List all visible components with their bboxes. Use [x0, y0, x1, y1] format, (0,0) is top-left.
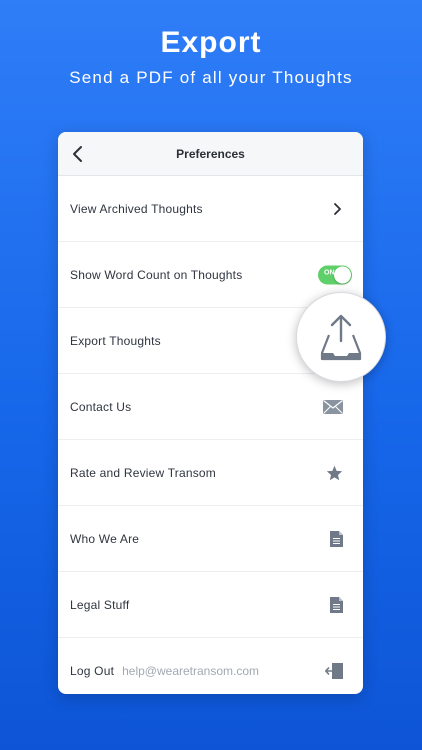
word-count-toggle[interactable]: ON — [318, 265, 352, 284]
star-icon — [326, 465, 343, 480]
export-tray-icon — [320, 314, 362, 361]
nav-bar: Preferences — [58, 132, 363, 176]
hero-subtitle: Send a PDF of all your Thoughts — [69, 68, 353, 87]
row-view-archived[interactable]: View Archived Thoughts — [58, 176, 363, 242]
chevron-right-icon — [334, 202, 341, 215]
export-tray-icon-callout[interactable] — [296, 292, 386, 382]
preferences-card: Preferences View Archived Thoughts Show … — [58, 132, 363, 694]
row-label: Log Out — [70, 663, 115, 678]
row-label: Legal Stuff — [70, 597, 130, 612]
toggle-knob — [334, 266, 351, 283]
page-title: Preferences — [176, 147, 245, 161]
row-label: View Archived Thoughts — [70, 201, 203, 216]
row-log-out[interactable]: Log Out help@wearetransom.com — [58, 638, 363, 694]
envelope-icon — [323, 399, 343, 414]
logout-icon — [325, 662, 343, 679]
document-icon — [330, 596, 343, 613]
row-label: Show Word Count on Thoughts — [70, 267, 243, 282]
row-label: Rate and Review Transom — [70, 465, 216, 480]
row-label: Who We Are — [70, 531, 140, 546]
row-legal-stuff[interactable]: Legal Stuff — [58, 572, 363, 638]
row-label: Contact Us — [70, 399, 132, 414]
row-label: Export Thoughts — [70, 333, 161, 348]
account-email: help@wearetransom.com — [122, 663, 260, 678]
row-who-we-are[interactable]: Who We Are — [58, 506, 363, 572]
toggle-state-text: ON — [324, 269, 335, 276]
document-icon — [330, 530, 343, 547]
row-rate-review[interactable]: Rate and Review Transom — [58, 440, 363, 506]
preferences-list: View Archived Thoughts Show Word Count o… — [58, 176, 363, 694]
row-contact-us[interactable]: Contact Us — [58, 374, 363, 440]
hero-title: Export — [160, 26, 262, 59]
